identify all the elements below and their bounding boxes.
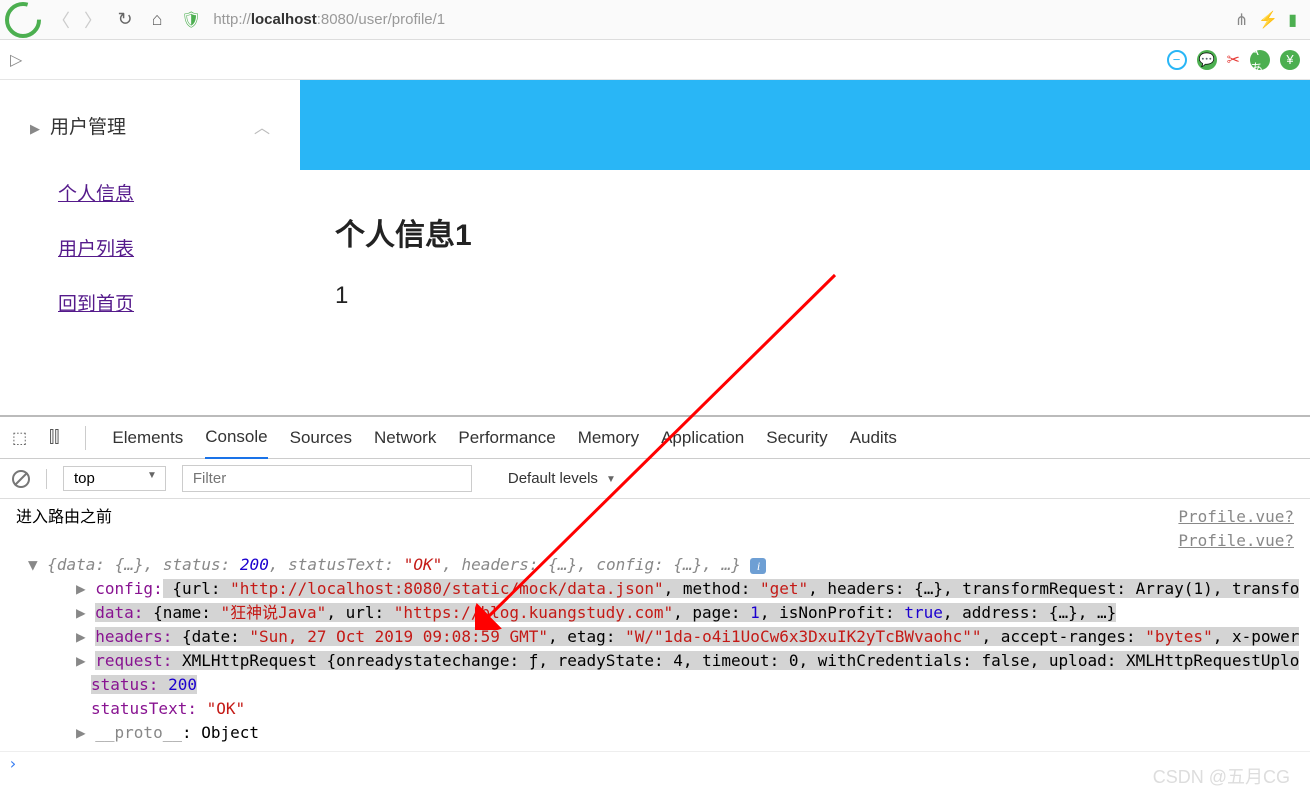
shield-icon: 🛡 bbox=[181, 10, 201, 30]
devtools-tabs: ⬚ ⫿⫿ Elements Console Sources Network Pe… bbox=[0, 417, 1310, 459]
reload-button[interactable]: ↻ bbox=[113, 8, 137, 32]
log-levels-selector[interactable]: Default levels bbox=[508, 470, 616, 487]
devtools-panel: ⬚ ⫿⫿ Elements Console Sources Network Pe… bbox=[0, 415, 1310, 775]
console-output: 进入路由之前 Profile.vue? Profile.vue? ▼ {data… bbox=[0, 499, 1310, 751]
sidebar-link-home[interactable]: 回到首页 bbox=[58, 289, 270, 316]
url-input[interactable]: http://localhost:8080/user/profile/1 bbox=[209, 11, 1227, 28]
inspect-icon[interactable]: ⬚ bbox=[12, 428, 27, 448]
clear-console-icon[interactable] bbox=[12, 470, 30, 488]
ext-scissors-icon[interactable]: ✂ bbox=[1227, 50, 1240, 70]
tab-audits[interactable]: Audits bbox=[850, 418, 897, 458]
chevron-up-icon: ︿ bbox=[254, 114, 270, 138]
expand-arrow-icon[interactable]: ▶ bbox=[76, 627, 95, 646]
bolt-icon[interactable]: ⚡ bbox=[1258, 10, 1278, 30]
ext-circle-icon[interactable]: − bbox=[1167, 50, 1187, 70]
triangle-right-icon: ▶ bbox=[30, 121, 40, 136]
filter-input[interactable] bbox=[182, 465, 472, 492]
browser-address-bar: 〈 〉 ↻ ⌂ 🛡 http://localhost:8080/user/pro… bbox=[0, 0, 1310, 40]
context-selector[interactable]: top bbox=[63, 466, 166, 491]
device-icon[interactable]: ⫿⫿ bbox=[49, 429, 59, 447]
console-prompt[interactable]: › bbox=[0, 751, 1310, 775]
bookmarks-bar: ▷ − 💬 ✂ Aあ ¥ bbox=[0, 40, 1310, 80]
battery-icon: ▮ bbox=[1288, 10, 1297, 30]
tab-console[interactable]: Console bbox=[205, 417, 267, 459]
sidebar-group-header[interactable]: ▶ 用户管理 ︿ bbox=[30, 100, 270, 151]
expand-arrow-icon[interactable]: ▼ bbox=[28, 555, 47, 574]
sidebar-header-label: 用户管理 bbox=[50, 117, 126, 138]
expand-arrow-icon[interactable]: ▶ bbox=[76, 579, 95, 598]
page-content: ▶ 用户管理 ︿ 个人信息 用户列表 回到首页 个人信息1 1 bbox=[0, 80, 1310, 415]
expand-arrow-icon[interactable]: ▶ bbox=[76, 603, 95, 622]
back-button[interactable]: 〈 bbox=[49, 8, 73, 32]
share-icon[interactable]: ⋔ bbox=[1235, 10, 1248, 30]
sidebar: ▶ 用户管理 ︿ 个人信息 用户列表 回到首页 bbox=[0, 80, 300, 415]
object-tree[interactable]: ▼ {data: {…}, status: 200, statusText: "… bbox=[0, 553, 1310, 745]
sidebar-link-profile[interactable]: 个人信息 bbox=[58, 179, 270, 206]
source-link[interactable]: Profile.vue? bbox=[1178, 529, 1294, 553]
console-toolbar: top Default levels bbox=[0, 459, 1310, 499]
page-value: 1 bbox=[335, 282, 1275, 310]
tab-network[interactable]: Network bbox=[374, 418, 436, 458]
main-area: 个人信息1 1 bbox=[300, 80, 1310, 415]
ext-chat-icon[interactable]: 💬 bbox=[1197, 50, 1217, 70]
info-badge-icon[interactable]: i bbox=[750, 558, 766, 574]
browser-logo-icon bbox=[5, 2, 41, 38]
tab-security[interactable]: Security bbox=[766, 418, 827, 458]
tab-performance[interactable]: Performance bbox=[458, 418, 555, 458]
tab-memory[interactable]: Memory bbox=[578, 418, 639, 458]
forward-button[interactable]: 〉 bbox=[81, 8, 105, 32]
browser-right-controls: ⋔ ⚡ ▮ bbox=[1235, 10, 1305, 30]
expand-arrow-icon[interactable]: ▶ bbox=[76, 651, 95, 670]
home-button[interactable]: ⌂ bbox=[145, 8, 169, 32]
blue-banner bbox=[300, 80, 1310, 170]
sidebar-link-userlist[interactable]: 用户列表 bbox=[58, 234, 270, 261]
page-title: 个人信息1 bbox=[335, 210, 1275, 254]
tab-elements[interactable]: Elements bbox=[112, 418, 183, 458]
expand-arrow-icon[interactable]: ▶ bbox=[76, 723, 95, 742]
tab-application[interactable]: Application bbox=[661, 418, 744, 458]
show-sidebar-icon[interactable]: ▷ bbox=[10, 50, 22, 70]
ext-translate-icon[interactable]: Aあ bbox=[1250, 50, 1270, 70]
tab-sources[interactable]: Sources bbox=[290, 418, 352, 458]
source-link[interactable]: Profile.vue? bbox=[1178, 505, 1294, 529]
ext-yuan-icon[interactable]: ¥ bbox=[1280, 50, 1300, 70]
console-message: 进入路由之前 bbox=[16, 505, 112, 529]
